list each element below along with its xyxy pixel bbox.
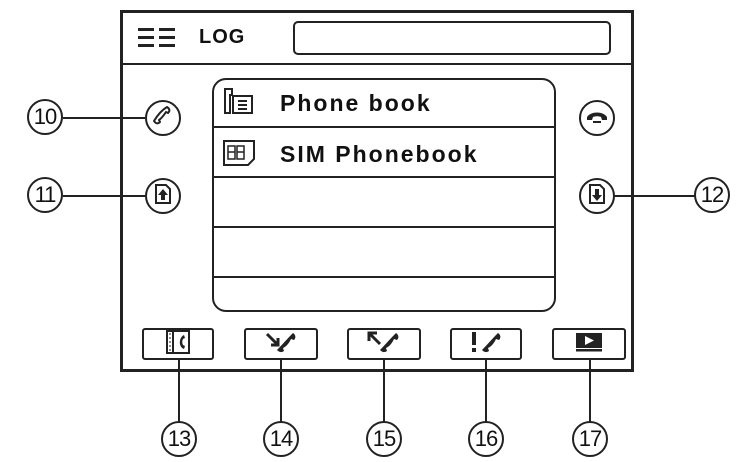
media-play-icon bbox=[574, 332, 604, 357]
missed-calls-button[interactable] bbox=[450, 328, 522, 360]
callout-line-15 bbox=[383, 360, 385, 422]
callout-17: 17 bbox=[572, 421, 608, 457]
callout-line-10 bbox=[63, 117, 145, 119]
callout-line-13 bbox=[178, 360, 180, 422]
list-item[interactable] bbox=[214, 178, 554, 228]
hang-up-icon bbox=[585, 108, 609, 129]
page-down-icon bbox=[587, 183, 607, 210]
page-down-button[interactable] bbox=[579, 178, 615, 214]
list-item[interactable] bbox=[214, 228, 554, 278]
list-item-label: SIM Phonebook bbox=[280, 141, 479, 167]
callout-11: 11 bbox=[27, 177, 63, 213]
list-item[interactable]: SIM Phonebook bbox=[214, 128, 554, 178]
list-item-label: Phone book bbox=[280, 90, 432, 116]
media-button[interactable] bbox=[552, 328, 626, 360]
callout-line-16 bbox=[485, 360, 487, 422]
received-calls-button[interactable] bbox=[244, 328, 318, 360]
callout-10: 10 bbox=[27, 99, 63, 135]
received-call-icon bbox=[263, 330, 299, 359]
callout-line-12 bbox=[615, 195, 695, 197]
screen-title: LOG bbox=[199, 26, 246, 48]
sim-card-icon bbox=[222, 139, 258, 172]
page-up-button[interactable] bbox=[145, 178, 181, 214]
callout-12: 12 bbox=[694, 177, 730, 213]
callout-16: 16 bbox=[468, 421, 504, 457]
missed-call-icon bbox=[468, 330, 504, 359]
call-log-icon bbox=[165, 329, 191, 359]
callout-line-17 bbox=[589, 360, 591, 422]
callout-13: 13 bbox=[161, 421, 197, 457]
call-icon bbox=[152, 105, 174, 132]
dialed-calls-button[interactable] bbox=[347, 328, 421, 360]
callout-line-11 bbox=[63, 195, 145, 197]
list-item[interactable] bbox=[214, 278, 554, 310]
call-log-button[interactable] bbox=[142, 328, 214, 360]
callout-15: 15 bbox=[366, 421, 402, 457]
callout-line-14 bbox=[280, 360, 282, 422]
callout-14: 14 bbox=[263, 421, 299, 457]
list-item[interactable]: Phone book bbox=[214, 80, 554, 128]
dialed-call-icon bbox=[366, 330, 402, 359]
phonebook-icon bbox=[222, 87, 256, 122]
page-up-icon bbox=[153, 183, 173, 210]
menu-icon[interactable] bbox=[138, 27, 176, 49]
hang-up-button[interactable] bbox=[579, 100, 615, 136]
phonebook-list: Phone book SIM Phonebook bbox=[212, 78, 556, 312]
call-button[interactable] bbox=[145, 100, 181, 136]
title-field bbox=[293, 21, 611, 55]
